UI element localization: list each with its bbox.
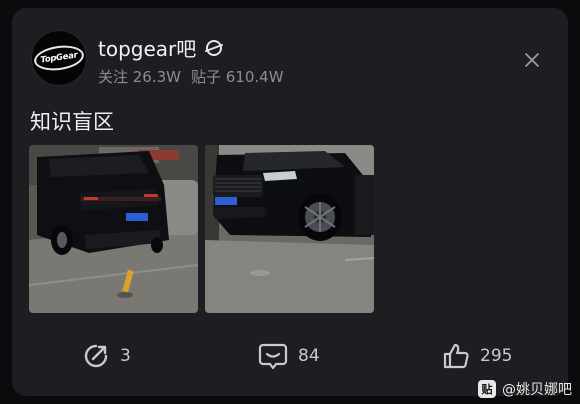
watermark: 贴 @姚贝娜吧 bbox=[478, 378, 572, 400]
planet-badge-icon bbox=[205, 39, 224, 56]
bar-name[interactable]: topgear吧 bbox=[98, 33, 224, 62]
bar-stats: 关注 26.3W 贴子 610.4W bbox=[98, 66, 284, 87]
like-count: 295 bbox=[480, 346, 513, 366]
thumbs-up-icon bbox=[443, 343, 469, 369]
share-icon bbox=[84, 344, 108, 368]
posts-count: 贴子 610.4W bbox=[191, 68, 284, 86]
comment-icon bbox=[258, 343, 288, 370]
post-image-2[interactable] bbox=[205, 145, 374, 313]
comment-button[interactable]: 84 bbox=[258, 338, 320, 374]
close-icon bbox=[525, 53, 539, 67]
suv-front-photo bbox=[205, 145, 374, 313]
post-image-1[interactable] bbox=[29, 145, 198, 313]
comment-count: 84 bbox=[298, 346, 320, 366]
topgear-logo: TopGear bbox=[32, 42, 86, 74]
bar-name-label: topgear吧 bbox=[98, 37, 197, 61]
share-button[interactable]: 3 bbox=[82, 338, 131, 374]
post-title[interactable]: 知识盲区 bbox=[30, 106, 114, 136]
watermark-text: @姚贝娜吧 bbox=[502, 382, 572, 398]
share-count: 3 bbox=[120, 346, 131, 366]
suv-rear-photo bbox=[29, 145, 198, 313]
followers-count: 关注 26.3W bbox=[98, 68, 181, 86]
like-button[interactable]: 295 bbox=[442, 338, 512, 374]
close-button[interactable] bbox=[520, 48, 544, 72]
post-card[interactable]: TopGear topgear吧 关注 26.3W 贴子 610.4W 知识盲区 bbox=[12, 8, 568, 396]
tieba-logo: 贴 bbox=[478, 380, 496, 398]
bar-avatar[interactable]: TopGear bbox=[31, 30, 87, 86]
